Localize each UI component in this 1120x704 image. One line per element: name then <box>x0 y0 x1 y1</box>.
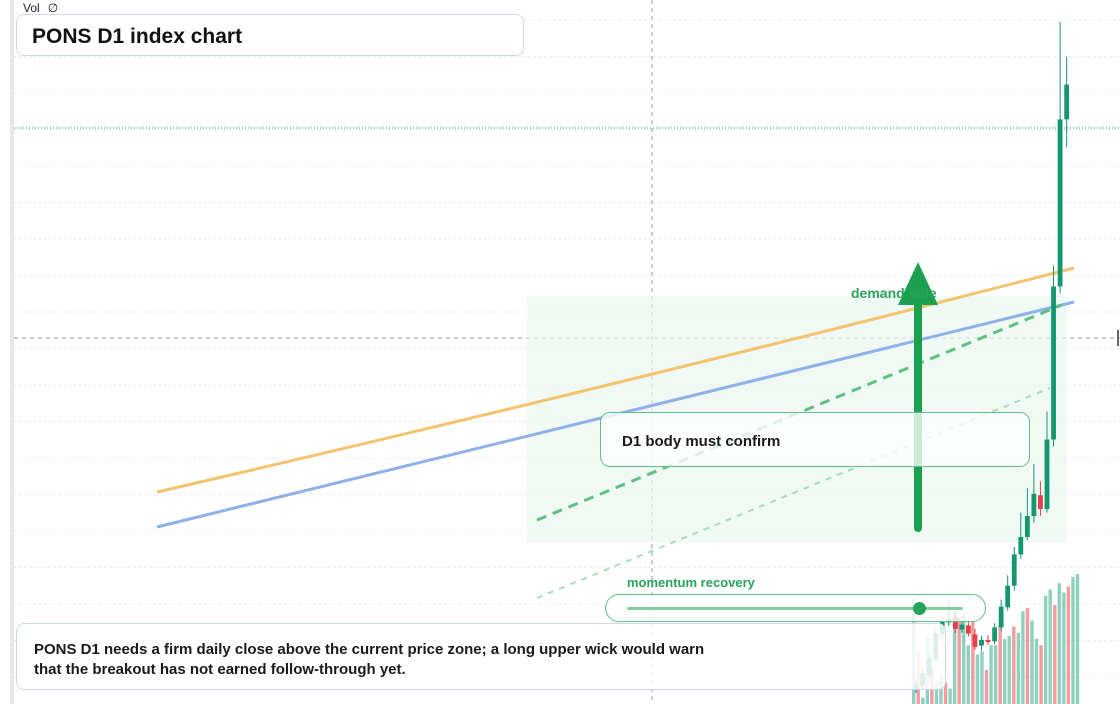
momentum-knob <box>912 602 926 615</box>
volume-bar <box>957 617 961 704</box>
volume-bar <box>1016 632 1021 704</box>
volume-bar <box>1012 626 1016 704</box>
momentum-gauge <box>605 594 986 622</box>
volume-bar <box>1003 639 1007 704</box>
confirm-callout: D1 body must confirm <box>600 412 1030 467</box>
analysis-note: PONS D1 needs a firm daily close above t… <box>16 623 946 690</box>
volume-bar <box>1066 586 1071 704</box>
volume-bar <box>1062 592 1066 704</box>
demand-side-label: demand side <box>851 285 937 301</box>
volume-bar <box>1039 645 1043 704</box>
volume-bar <box>921 697 925 704</box>
volume-bar <box>1057 583 1061 704</box>
candle-body <box>1057 119 1063 287</box>
candle-body <box>1031 493 1037 517</box>
momentum-label: momentum recovery <box>627 575 755 590</box>
volume-bar <box>966 645 970 704</box>
candle-body <box>1005 585 1011 608</box>
candle-body <box>1038 495 1043 510</box>
volume-bar <box>984 669 989 704</box>
candle-body <box>966 625 971 634</box>
volume-bar <box>975 654 980 704</box>
candle-body <box>959 624 965 630</box>
candle-body <box>1024 516 1030 537</box>
candle-body <box>1051 286 1056 440</box>
volume-bar <box>1007 635 1011 704</box>
volume-bar <box>1030 620 1034 704</box>
volume-bar <box>1025 608 1030 704</box>
volume-bar <box>1071 577 1075 704</box>
left-axis-strip <box>10 0 14 704</box>
volume-bar <box>971 620 975 704</box>
candle-body <box>998 606 1004 628</box>
candle-body <box>979 639 984 646</box>
candle-body <box>1018 536 1024 555</box>
volume-bar <box>998 626 1002 704</box>
candle-body <box>972 634 978 647</box>
volume-label: Vol <box>23 1 40 15</box>
candle-body <box>1064 84 1070 120</box>
candle-body <box>985 639 991 643</box>
candle-body <box>992 627 997 642</box>
volume-value: ∅ <box>47 1 59 15</box>
volume-bar <box>1048 589 1052 704</box>
volume-bar <box>1021 611 1025 704</box>
volume-indicator-label[interactable]: Vol ∅ <box>23 1 58 15</box>
confirm-callout-text: D1 body must confirm <box>622 433 781 450</box>
candle-body <box>1011 554 1017 586</box>
volume-bar <box>989 645 993 704</box>
chart-title: PONS D1 index chart <box>32 25 243 48</box>
analysis-note-text: PONS D1 needs a firm daily close above t… <box>34 641 705 678</box>
volume-bar <box>1075 574 1080 704</box>
volume-bar <box>1053 604 1057 704</box>
volume-bar <box>948 688 952 704</box>
volume-bar <box>993 645 998 704</box>
candle-body <box>1044 439 1050 510</box>
chart-title-box: PONS D1 index chart <box>16 14 524 56</box>
volume-bar <box>1034 639 1039 704</box>
volume-bar <box>980 651 984 704</box>
volume-bar <box>1043 595 1048 704</box>
